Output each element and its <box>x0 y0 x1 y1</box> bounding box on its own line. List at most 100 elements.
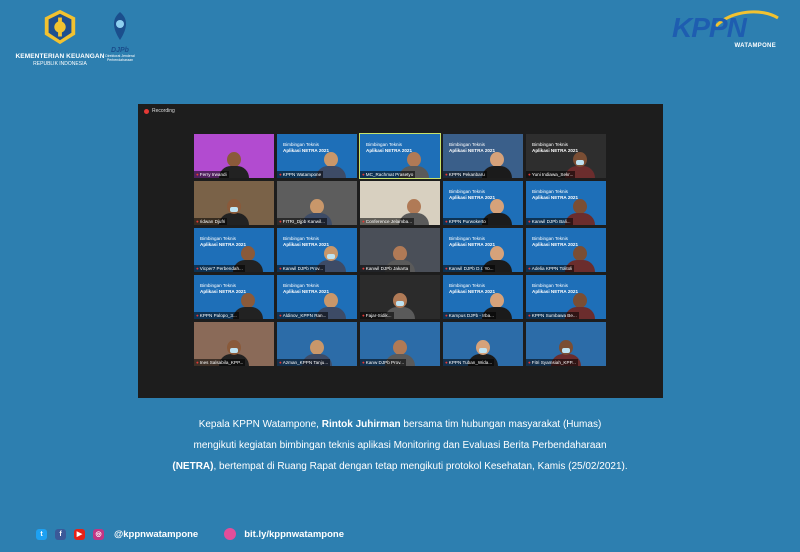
mic-muted-icon: ● <box>528 266 531 271</box>
participant-tile[interactable]: ●Kanw DJPb Prov... <box>360 322 440 366</box>
participant-tile[interactable]: ●FITRI_Djpb Kanwil... <box>277 181 357 225</box>
mic-muted-icon: ● <box>362 172 365 177</box>
participant-tile[interactable]: ●Kanwil DJPb Jakarta <box>360 228 440 272</box>
participant-name: Kanwil DJPb Jakarta <box>365 266 409 271</box>
participant-tile[interactable]: ●Azman_KPPN Tanju... <box>277 322 357 366</box>
participant-name: KPPN Pekanbaru <box>448 172 485 177</box>
participant-name-label: ●Ines Salsabila_KPP... <box>194 359 246 366</box>
footer-link[interactable]: bit.ly/kppnwatampone <box>244 529 344 540</box>
participant-tile[interactable]: Bimbingan Teknis Aplikasi NETRA 2021 ●KPPN… <box>443 181 523 225</box>
participant-name: Kanwil DJPb D.I. Yo... <box>448 266 494 271</box>
participant-name-label: ●Kanwil DJPb Bali... <box>526 218 573 225</box>
participant-name: KPPN Sumbawa Be... <box>531 313 577 318</box>
mic-muted-icon: ● <box>362 219 365 224</box>
mic-muted-icon: ● <box>528 360 531 365</box>
participant-name: Ines Salsabila_KPP... <box>199 360 244 365</box>
mic-muted-icon: ● <box>279 313 282 318</box>
social-handle[interactable]: @kppnwatampone <box>114 529 198 540</box>
participant-name-label: ●KPPN Pekanbaru <box>443 171 487 178</box>
djpb-mark-icon <box>113 12 127 40</box>
mic-muted-icon: ● <box>445 313 448 318</box>
mic-muted-icon: ● <box>528 172 531 177</box>
participant-name-label: ●KPPN Purwokerto <box>443 218 488 225</box>
instagram-icon[interactable]: ◎ <box>93 528 104 540</box>
participant-tile[interactable]: ●Ines Salsabila_KPP... <box>194 322 274 366</box>
youtube-icon[interactable]: ▶ <box>74 528 85 540</box>
participant-tile[interactable]: ●ridwan Djufri <box>194 181 274 225</box>
participant-tile[interactable]: Bimbingan Teknis Aplikasi NETRA 2021 ●MC_R… <box>359 133 441 179</box>
participant-tile[interactable]: Bimbingan Teknis Aplikasi NETRA 2021 ●Kanw… <box>277 228 357 272</box>
participant-name: Vicper7 Perbendah... <box>199 266 243 271</box>
participant-name-label: ●Vicper7 Perbendah... <box>194 265 245 272</box>
djpb-name: DJPb <box>111 47 129 54</box>
mic-muted-icon: ● <box>196 313 199 318</box>
mic-muted-icon: ● <box>445 360 448 365</box>
djpb-sub: Direktorat Jenderal Perbendaharaan <box>105 54 135 62</box>
caption-l3-post: , bertempat di Ruang Rapat dengan tetap … <box>213 461 628 472</box>
djpb-logo: DJPb Direktorat Jenderal Perbendaharaan <box>103 10 137 62</box>
participant-name-label: ●FITRI_Djpb Kanwil... <box>277 218 327 225</box>
dribbble-icon[interactable] <box>224 528 237 540</box>
recording-indicator: Recording <box>144 108 175 114</box>
participant-tile[interactable]: Bimbingan Teknis Aplikasi NETRA 2021 ●Kamp… <box>443 275 523 319</box>
participant-name: Kanwil DJPb Prov... <box>282 266 324 271</box>
participant-name: Conference Jelamba... <box>365 219 412 224</box>
mic-muted-icon: ● <box>445 266 448 271</box>
kppn-word: KPPN <box>672 12 747 43</box>
participant-name: MC_Rachmat Prasetyo <box>365 172 414 177</box>
participant-tile[interactable]: Bimbingan Teknis Aplikasi NETRA 2021 ●Kanw… <box>443 228 523 272</box>
participant-tile[interactable]: Bimbingan Teknis Aplikasi NETRA 2021 ●Yuni… <box>526 134 606 178</box>
participant-tile[interactable]: Bimbingan Teknis Aplikasi NETRA 2021 ●KPPN… <box>443 134 523 178</box>
participant-name-label: ●KPPN Watampone <box>277 171 324 178</box>
participant-name: Yuni Indiawa_Sekr... <box>531 172 574 177</box>
kppn-logo: KPPN WATAMPONE <box>672 10 782 52</box>
participant-name: Adelia KPPN Tolitoli <box>531 266 573 271</box>
photo-caption: Kepala KPPN Watampone, Rintok Juhirman b… <box>100 414 700 477</box>
facebook-icon[interactable]: f <box>55 528 66 540</box>
caption-line1: Kepala KPPN Watampone, Rintok Juhirman b… <box>100 414 700 435</box>
participant-tile[interactable]: Bimbingan Teknis Aplikasi NETRA 2021 ●Adel… <box>526 228 606 272</box>
participant-tile[interactable]: ●Fajar-Sidik... <box>360 275 440 319</box>
participant-name-label: ●Kanwil DJPb Prov... <box>277 265 326 272</box>
video-conference-screenshot: Recording ●Ferry Irwandi Bimbingan Teknis… <box>138 104 663 398</box>
participant-tile[interactable]: Bimbingan Teknis Aplikasi NETRA 2021 ●Kanw… <box>526 181 606 225</box>
participant-tile[interactable]: ●Conference Jelamba... <box>360 181 440 225</box>
recording-label: Recording <box>152 108 175 114</box>
participant-name-label: ●Fajar-Sidik... <box>360 312 394 319</box>
participant-name: KPPN Watampone <box>282 172 322 177</box>
participant-tile[interactable]: Bimbingan Teknis Aplikasi NETRA 2021 ●Vicp… <box>194 228 274 272</box>
participant-tile[interactable]: Bimbingan Teknis Aplikasi NETRA 2021 ●KPPN… <box>277 134 357 178</box>
participant-name-label: ●Kanwil DJPb D.I. Yo... <box>443 265 496 272</box>
mic-muted-icon: ● <box>196 219 199 224</box>
participant-tile[interactable]: Bimbingan Teknis Aplikasi NETRA 2021 ●KPPN… <box>526 275 606 319</box>
participant-name: KPPN Palopo_3... <box>199 313 237 318</box>
caption-l1-post: bersama tim hubungan masyarakat (Humas) <box>400 419 602 430</box>
mic-muted-icon: ● <box>279 266 282 271</box>
kppn-place: WATAMPONE <box>734 43 776 49</box>
participant-tile[interactable]: Bimbingan Teknis Aplikasi NETRA 2021 ●KPPN… <box>194 275 274 319</box>
mic-muted-icon: ● <box>445 219 448 224</box>
participant-tile[interactable]: ●KPPN Tuban_Wida... <box>443 322 523 366</box>
participant-name-label: ●Ferry Irwandi <box>194 171 229 178</box>
mic-muted-icon: ● <box>445 172 448 177</box>
participant-tile[interactable]: ●Fitri Syamsiah_KPP... <box>526 322 606 366</box>
participant-avatar <box>482 152 513 178</box>
participant-name-label: ●Azman_KPPN Tanju... <box>277 359 331 366</box>
kemenkeu-logo: KEMENTERIAN KEUANGAN REPUBLIK INDONESIA <box>10 8 110 67</box>
participant-name-label: ●KPPN Palopo_3... <box>194 312 239 319</box>
caption-line3: (NETRA), bertempat di Ruang Rapat dengan… <box>100 456 700 477</box>
participant-tile[interactable]: ●Ferry Irwandi <box>194 134 274 178</box>
participant-name: Aldinov_KPPN Ran... <box>282 313 327 318</box>
participant-name: ridwan Djufri <box>199 219 226 224</box>
mic-muted-icon: ● <box>279 172 282 177</box>
twitter-icon[interactable]: t <box>36 528 47 540</box>
participant-name: KPPN Purwokerto <box>448 219 486 224</box>
ministry-line1: KEMENTERIAN KEUANGAN <box>15 53 105 60</box>
participant-name-label: ●Kampus DJPb - Irba... <box>443 312 496 319</box>
participant-tile[interactable]: Bimbingan Teknis Aplikasi NETRA 2021 ●Aldi… <box>277 275 357 319</box>
participant-name: KPPN Tuban_Wida... <box>448 360 493 365</box>
participant-name-label: ●Yuni Indiawa_Sekr... <box>526 171 576 178</box>
footer: t f ▶ ◎ @kppnwatampone bit.ly/kppnwatamp… <box>36 525 344 543</box>
participant-name-label: ●Adelia KPPN Tolitoli <box>526 265 575 272</box>
mic-muted-icon: ● <box>279 360 282 365</box>
